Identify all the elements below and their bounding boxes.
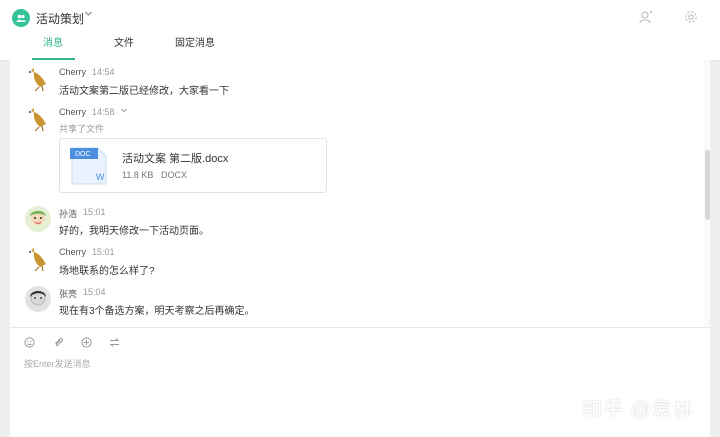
add-icon[interactable] — [80, 336, 92, 348]
file-badge: DOC — [75, 151, 91, 158]
avatar-duck[interactable] — [25, 66, 51, 92]
message-list[interactable]: Cherry 14:54 活动文案第二版已经修改，大家看一下 Cherry 14… — [10, 60, 710, 327]
message-time: 14:58 — [92, 107, 115, 117]
tab-bar: 消息 文件 固定消息 — [0, 37, 260, 60]
group-title[interactable]: 活动策划 — [36, 10, 84, 27]
sender-name[interactable]: 孙浩 — [59, 207, 77, 220]
avatar-zhang[interactable] — [25, 286, 51, 312]
tab-label: 消息 — [43, 38, 63, 49]
scrollbar-track[interactable] — [704, 60, 710, 327]
message-text: 好的，我明天修改一下活动页面。 — [59, 226, 209, 237]
avatar-duck[interactable] — [25, 246, 51, 272]
sender-name[interactable]: Cherry — [59, 107, 86, 117]
message-text: 现在有3个备选方案，明天考察之后再确定。 — [59, 306, 255, 317]
file-letter: W — [96, 172, 105, 182]
tab-label: 固定消息 — [175, 38, 215, 49]
message-time: 15:01 — [92, 247, 115, 257]
file-size: 11.8 KB — [122, 170, 154, 180]
sender-name[interactable]: Cherry — [59, 67, 86, 77]
message-time: 14:54 — [92, 67, 115, 77]
tab-label: 文件 — [114, 38, 134, 49]
tab-files[interactable]: 文件 — [114, 37, 134, 59]
message-text: 场地联系的怎么样了? — [59, 266, 155, 277]
chat-header: 活动策划 消息 文件 固定消息 — [0, 0, 720, 61]
sender-name[interactable]: Cherry — [59, 247, 86, 257]
message-composer[interactable]: 按Enter发送消息 知乎 @袁林 — [10, 327, 710, 437]
message-menu-chevron-icon[interactable] — [120, 106, 128, 116]
shared-file-label: 共享了文件 — [59, 124, 105, 134]
tab-messages[interactable]: 消息 — [32, 37, 75, 60]
message-input-placeholder[interactable]: 按Enter发送消息 — [24, 357, 91, 370]
group-avatar[interactable] — [12, 9, 30, 27]
message-text: 活动文案第二版已经修改，大家看一下 — [59, 86, 229, 97]
sender-name[interactable]: 张亮 — [59, 287, 77, 300]
docx-file-icon: DOC W — [70, 147, 107, 185]
message-time: 15:01 — [83, 207, 106, 217]
scrollbar-thumb[interactable] — [705, 150, 710, 220]
group-people-icon — [16, 14, 26, 22]
file-type: DOCX — [161, 170, 188, 180]
settings-icon[interactable] — [682, 8, 700, 26]
message-time: 15:04 — [83, 287, 106, 297]
file-name[interactable]: 活动文案 第二版.docx — [122, 150, 228, 166]
avatar-duck[interactable] — [25, 106, 51, 132]
watermark: 知乎 @袁林 — [582, 399, 694, 421]
tab-pinned[interactable]: 固定消息 — [175, 37, 215, 59]
file-card[interactable]: DOC W 活动文案 第二版.docx 11.8 KB DOCX — [59, 138, 327, 193]
chevron-down-icon[interactable] — [84, 9, 93, 21]
emoji-icon[interactable] — [23, 336, 35, 348]
member-icon[interactable] — [637, 8, 655, 26]
avatar-sun[interactable] — [25, 206, 51, 232]
attachment-icon[interactable] — [52, 336, 64, 348]
swap-icon[interactable] — [108, 336, 120, 348]
